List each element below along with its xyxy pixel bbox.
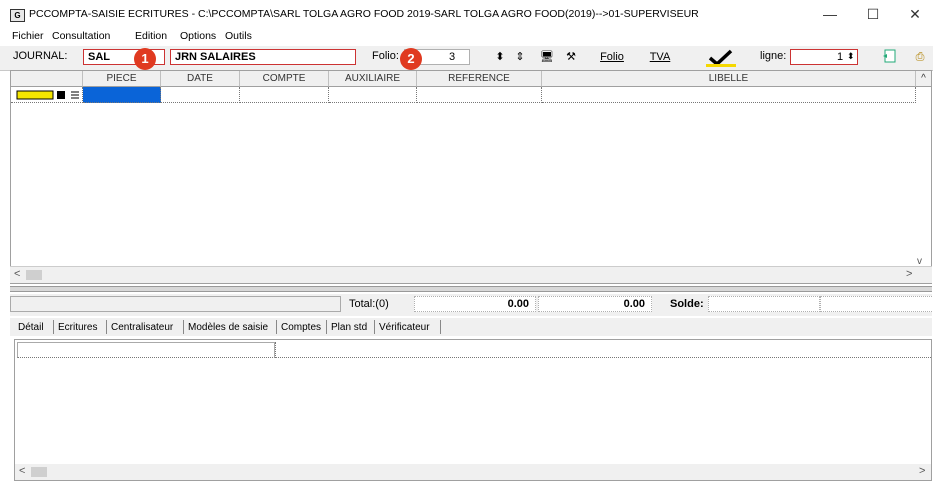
tab-ecritures[interactable]: Ecritures <box>58 322 97 333</box>
totals-left-panel <box>10 296 341 312</box>
detail-field-right[interactable] <box>275 342 931 358</box>
col-header-compte[interactable]: COMPTE <box>240 71 329 87</box>
close-button[interactable]: ✕ <box>900 4 930 24</box>
splitter[interactable] <box>10 286 932 292</box>
tab-modeles-de-saisie[interactable]: Modèles de saisie <box>188 322 268 333</box>
menu-consultation[interactable]: Consultation <box>52 30 110 42</box>
journal-label: JOURNAL: <box>13 50 68 62</box>
callout-badge-2: 2 <box>400 48 422 70</box>
app-icon[interactable]: G <box>10 9 25 22</box>
callout-badge-1: 1 <box>134 48 156 70</box>
col-header-libelle[interactable]: LIBELLE <box>542 71 916 87</box>
scroll-right-icon[interactable]: > <box>906 268 912 280</box>
scroll-right-icon[interactable]: > <box>919 465 925 477</box>
tab-plan-std[interactable]: Plan std <box>331 322 367 333</box>
monitor-icon[interactable]: 🖥 <box>538 49 556 66</box>
total-credit: 0.00 <box>538 296 652 312</box>
row-indicator-header <box>11 71 83 87</box>
tva-button[interactable]: TVA <box>642 49 678 66</box>
ligne-spin-icon[interactable]: ⬍ <box>847 49 855 63</box>
tab-separator <box>53 320 54 334</box>
detail-field-left[interactable] <box>17 342 275 358</box>
print-icon[interactable]: ⎙ <box>912 49 928 66</box>
cell-auxiliaire[interactable] <box>329 87 417 103</box>
col-header-reference[interactable]: REFERENCE <box>417 71 542 87</box>
menu-edition[interactable]: Edition <box>135 30 167 42</box>
menu-fichier[interactable]: Fichier <box>12 30 44 42</box>
cell-compte[interactable] <box>240 87 329 103</box>
row-indicator <box>11 87 83 103</box>
cell-libelle[interactable] <box>542 87 916 103</box>
minimize-button[interactable]: — <box>815 4 845 24</box>
total-count: Total:(0) <box>349 298 389 310</box>
entries-grid: PIECE DATE COMPTE AUXILIAIRE REFERENCE L… <box>10 70 932 284</box>
total-debit: 0.00 <box>414 296 536 312</box>
col-header-auxiliaire[interactable]: AUXILIAIRE <box>329 71 417 87</box>
tab-comptes[interactable]: Comptes <box>281 322 321 333</box>
tab-separator <box>183 320 184 334</box>
menu-outils[interactable]: Outils <box>225 30 252 42</box>
sort-arrows-icon[interactable]: ⇕ <box>513 49 527 66</box>
detail-hscrollbar[interactable]: < > <box>15 464 931 480</box>
tab-verificateur[interactable]: Vérificateur <box>379 322 430 333</box>
solde-label: Solde: <box>670 298 704 310</box>
tab-separator <box>326 320 327 334</box>
scroll-thumb[interactable] <box>26 270 42 280</box>
scroll-up-icon[interactable]: ^ <box>916 71 931 87</box>
folio-button[interactable]: Folio <box>592 49 632 66</box>
scroll-left-icon[interactable]: < <box>19 465 25 477</box>
col-header-date[interactable]: DATE <box>161 71 240 87</box>
grid-hscrollbar[interactable]: < > <box>10 266 932 283</box>
solde-value <box>708 296 820 312</box>
cell-piece[interactable] <box>83 87 161 103</box>
maximize-button[interactable]: ☐ <box>858 4 888 24</box>
solde-extra <box>820 296 932 312</box>
window-title: PCCOMPTA-SAISIE ECRITURES - C:\PCCOMPTA\… <box>29 8 699 20</box>
tab-separator <box>106 320 107 334</box>
ligne-label: ligne: <box>760 50 787 62</box>
journal-name-field: JRN SALAIRES <box>170 49 356 65</box>
tab-separator <box>440 320 441 334</box>
validate-check-icon[interactable] <box>703 48 739 67</box>
tab-separator <box>276 320 277 334</box>
tab-separator <box>374 320 375 334</box>
new-page-icon[interactable] <box>882 49 898 66</box>
tab-detail[interactable]: Détail <box>18 322 44 333</box>
folio-value: 3 <box>449 51 456 63</box>
cell-date[interactable] <box>161 87 240 103</box>
scroll-thumb[interactable] <box>31 467 47 477</box>
col-header-piece[interactable]: PIECE <box>83 71 161 87</box>
tab-centralisateur[interactable]: Centralisateur <box>111 322 173 333</box>
folio-label: Folio: <box>372 50 399 62</box>
scroll-left-icon[interactable]: < <box>14 268 20 280</box>
spin-updown-icon[interactable]: ⬍ <box>493 49 507 66</box>
ligne-value: 1 <box>837 51 844 63</box>
ligne-field[interactable]: 1 ⬍ <box>790 49 858 65</box>
detail-panel: < > <box>14 339 932 481</box>
menu-options[interactable]: Options <box>180 30 216 42</box>
cell-reference[interactable] <box>417 87 542 103</box>
tools-icon[interactable]: ⚒ <box>562 49 580 66</box>
